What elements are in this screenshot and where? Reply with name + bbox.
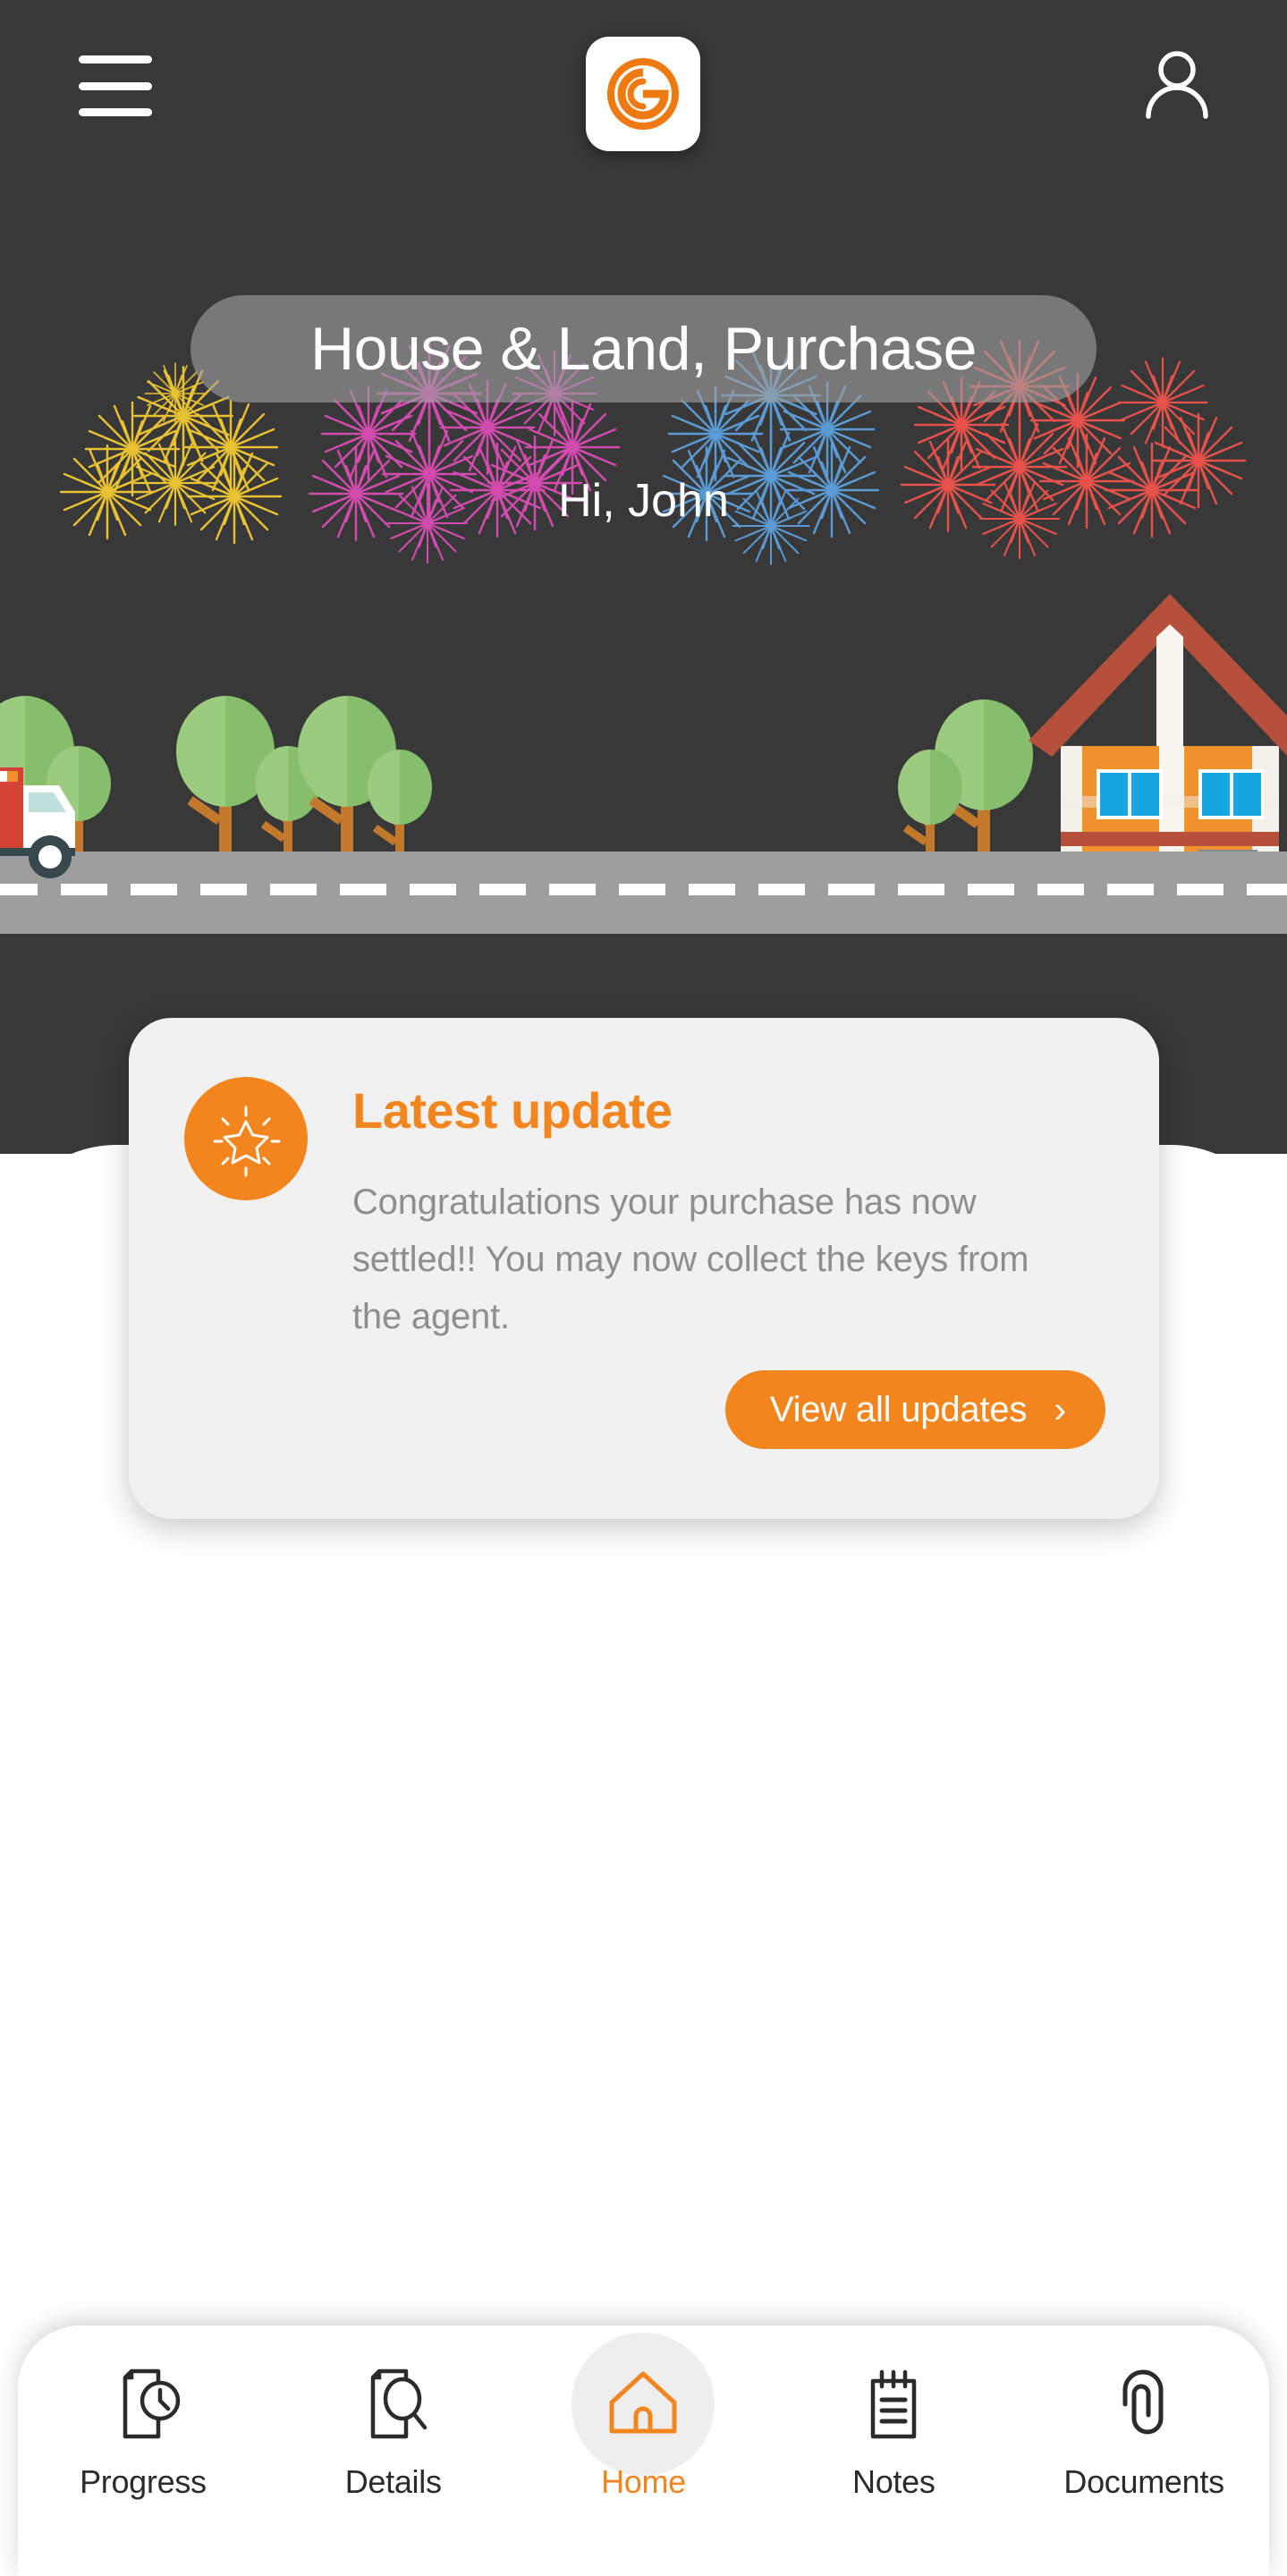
notepad-icon xyxy=(855,2367,932,2444)
hamburger-menu-icon[interactable] xyxy=(79,55,152,116)
nav-label: Notes xyxy=(852,2463,936,2500)
nav-label: Progress xyxy=(80,2463,207,2500)
view-all-updates-button[interactable]: View all updates › xyxy=(724,1370,1105,1449)
hero-section: House & Land, Purchase Hi, John xyxy=(0,0,1287,1154)
greeting-text: Hi, John xyxy=(558,475,729,527)
paperclip-icon xyxy=(1105,2367,1182,2444)
nav-label: Details xyxy=(344,2463,442,2500)
document-search-icon xyxy=(355,2367,432,2444)
page-title: House & Land, Purchase xyxy=(309,315,978,383)
sparkle-star-icon xyxy=(184,1077,308,1200)
nav-item-details[interactable]: Details xyxy=(304,2367,483,2537)
nav-label: Documents xyxy=(1063,2463,1224,2500)
nav-label: Home xyxy=(601,2463,686,2500)
nav-item-documents[interactable]: Documents xyxy=(1054,2367,1233,2537)
document-clock-icon xyxy=(105,2367,182,2444)
user-account-icon[interactable] xyxy=(1136,43,1218,125)
chevron-right-icon: › xyxy=(1054,1388,1066,1430)
latest-update-card: Latest update Congratulations your purch… xyxy=(129,1018,1159,1519)
card-title: Latest update xyxy=(352,1082,673,1139)
brand-logo-icon[interactable] xyxy=(586,37,700,151)
nav-item-home[interactable]: Home xyxy=(554,2333,732,2537)
bottom-navigation-bar: Progress Details Home Notes Documents xyxy=(18,2326,1269,2576)
cta-label: View all updates xyxy=(769,1389,1028,1429)
top-app-bar xyxy=(0,0,1287,170)
house-outline-icon xyxy=(605,2367,682,2444)
nav-item-progress[interactable]: Progress xyxy=(54,2367,233,2537)
nav-item-notes[interactable]: Notes xyxy=(804,2367,983,2537)
card-body-text: Congratulations your purchase has now se… xyxy=(352,1182,1029,1336)
